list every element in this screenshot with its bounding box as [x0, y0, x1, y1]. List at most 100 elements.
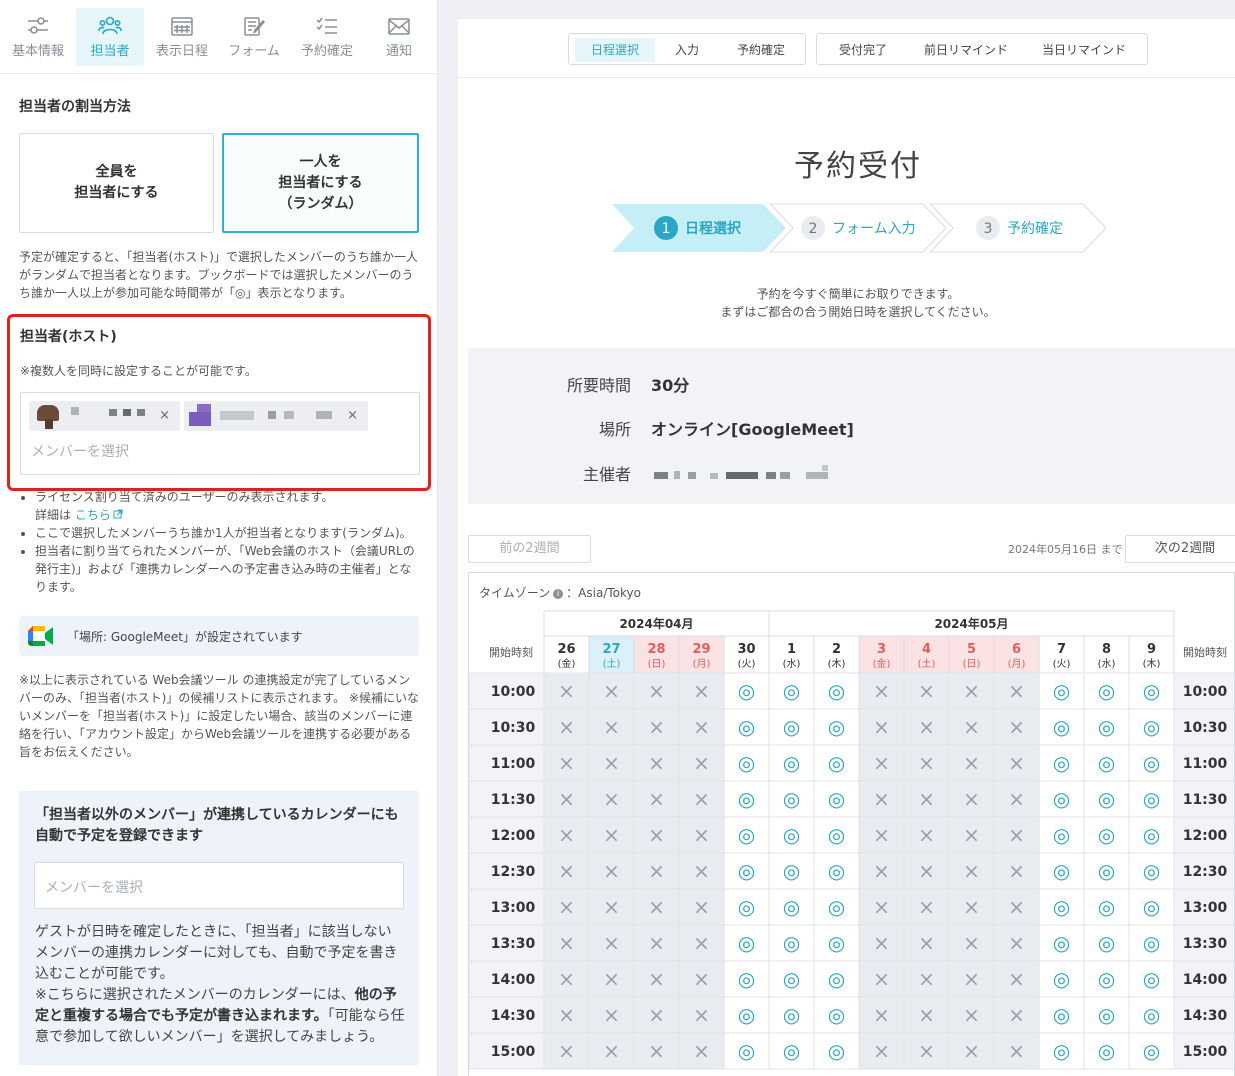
tab-basic-info[interactable]: 基本情報 [4, 8, 72, 66]
available-mark[interactable]: ◎ [783, 787, 800, 811]
available-mark[interactable]: ◎ [1143, 823, 1160, 847]
preview-tab-input[interactable]: 入力 [657, 38, 717, 62]
tab-schedule[interactable]: 表示日程 [148, 8, 216, 66]
preview-tab-schedule[interactable]: 日程選択 [575, 38, 655, 62]
available-mark[interactable]: ◎ [1098, 679, 1115, 703]
tab-confirm[interactable]: 予約確定 [293, 8, 361, 66]
available-mark[interactable]: ◎ [1098, 1003, 1115, 1027]
available-mark[interactable]: ◎ [738, 859, 755, 883]
available-mark[interactable]: ◎ [783, 859, 800, 883]
available-mark[interactable]: ◎ [738, 751, 755, 775]
available-mark[interactable]: ◎ [738, 1003, 755, 1027]
available-mark[interactable]: ◎ [1143, 787, 1160, 811]
available-mark[interactable]: ◎ [1053, 751, 1070, 775]
available-mark[interactable]: ◎ [1143, 859, 1160, 883]
available-mark[interactable]: ◎ [738, 823, 755, 847]
unavailable-mark: × [693, 751, 710, 775]
unavailable-mark: × [558, 823, 575, 847]
tab-form[interactable]: フォーム [220, 8, 288, 66]
available-mark[interactable]: ◎ [738, 787, 755, 811]
preview-tab-prev-day-remind[interactable]: 前日リマインド [911, 38, 1021, 62]
unavailable-mark: × [963, 751, 980, 775]
available-mark[interactable]: ◎ [828, 1039, 845, 1063]
available-mark[interactable]: ◎ [738, 679, 755, 703]
available-mark[interactable]: ◎ [738, 1039, 755, 1063]
available-mark[interactable]: ◎ [1053, 931, 1070, 955]
remove-chip-button[interactable]: × [347, 408, 358, 423]
available-mark[interactable]: ◎ [1143, 715, 1160, 739]
tab-host[interactable]: 担当者 [76, 8, 144, 66]
available-mark[interactable]: ◎ [738, 895, 755, 919]
unavailable-mark: × [963, 787, 980, 811]
unavailable-mark: × [558, 859, 575, 883]
assign-description: 予定が確定すると、「担当者(ホスト)」で選択したメンバーのうち誰か一人がランダム… [19, 250, 418, 300]
tab-notification[interactable]: 通知 [365, 8, 433, 66]
available-mark[interactable]: ◎ [1143, 1003, 1160, 1027]
preview-tab-same-day-remind[interactable]: 当日リマインド [1029, 38, 1139, 62]
preview-tab-confirm[interactable]: 予約確定 [721, 38, 801, 62]
available-mark[interactable]: ◎ [1053, 859, 1070, 883]
available-mark[interactable]: ◎ [783, 1039, 800, 1063]
available-mark[interactable]: ◎ [828, 931, 845, 955]
available-mark[interactable]: ◎ [783, 715, 800, 739]
prev-2weeks-button[interactable]: 前の2週間 [468, 535, 591, 563]
assign-all-option[interactable]: 全員を 担当者にする [19, 133, 214, 233]
unavailable-mark: × [558, 751, 575, 775]
next-2weeks-button[interactable]: 次の2週間 [1125, 535, 1235, 563]
available-mark[interactable]: ◎ [1053, 787, 1070, 811]
available-mark[interactable]: ◎ [738, 715, 755, 739]
available-mark[interactable]: ◎ [783, 967, 800, 991]
available-mark[interactable]: ◎ [1053, 715, 1070, 739]
available-mark[interactable]: ◎ [1098, 1039, 1115, 1063]
available-mark[interactable]: ◎ [738, 967, 755, 991]
available-mark[interactable]: ◎ [828, 787, 845, 811]
available-mark[interactable]: ◎ [783, 751, 800, 775]
available-mark[interactable]: ◎ [828, 859, 845, 883]
step-1: 1 日程選択 [612, 204, 786, 252]
available-mark[interactable]: ◎ [1053, 1003, 1070, 1027]
unavailable-mark: × [918, 895, 935, 919]
preview-tab-received[interactable]: 受付完了 [823, 38, 903, 62]
available-mark[interactable]: ◎ [1098, 751, 1115, 775]
available-mark[interactable]: ◎ [828, 679, 845, 703]
available-mark[interactable]: ◎ [783, 679, 800, 703]
available-mark[interactable]: ◎ [1143, 679, 1160, 703]
assign-random-option[interactable]: 一人を 担当者にする （ランダム） [222, 133, 419, 233]
time-label: 13:00 [1183, 900, 1228, 916]
available-mark[interactable]: ◎ [1143, 931, 1160, 955]
available-mark[interactable]: ◎ [828, 1003, 845, 1027]
available-mark[interactable]: ◎ [828, 823, 845, 847]
available-mark[interactable]: ◎ [1098, 823, 1115, 847]
remove-chip-button[interactable]: × [159, 408, 170, 423]
available-mark[interactable]: ◎ [1143, 967, 1160, 991]
available-mark[interactable]: ◎ [1053, 823, 1070, 847]
available-mark[interactable]: ◎ [1053, 679, 1070, 703]
available-mark[interactable]: ◎ [1053, 895, 1070, 919]
host-member-select[interactable]: × × メンバーを選択 [20, 392, 420, 475]
other-members-select[interactable]: メンバーを選択 [34, 862, 404, 909]
intro-text: 予約を今すぐ簡単にお取りできます。 まずはご都合の合う開始日時を選択してください… [720, 287, 996, 319]
available-mark[interactable]: ◎ [1143, 1039, 1160, 1063]
available-mark[interactable]: ◎ [828, 715, 845, 739]
available-mark[interactable]: ◎ [1098, 715, 1115, 739]
available-mark[interactable]: ◎ [783, 895, 800, 919]
available-mark[interactable]: ◎ [1143, 751, 1160, 775]
available-mark[interactable]: ◎ [1098, 787, 1115, 811]
available-mark[interactable]: ◎ [1098, 859, 1115, 883]
available-mark[interactable]: ◎ [1098, 895, 1115, 919]
svg-text:予約確定: 予約確定 [1007, 221, 1063, 237]
available-mark[interactable]: ◎ [828, 967, 845, 991]
available-mark[interactable]: ◎ [1098, 931, 1115, 955]
available-mark[interactable]: ◎ [1143, 895, 1160, 919]
available-mark[interactable]: ◎ [1053, 967, 1070, 991]
available-mark[interactable]: ◎ [1098, 967, 1115, 991]
available-mark[interactable]: ◎ [783, 1003, 800, 1027]
available-mark[interactable]: ◎ [828, 895, 845, 919]
available-mark[interactable]: ◎ [828, 751, 845, 775]
available-mark[interactable]: ◎ [1053, 1039, 1070, 1063]
available-mark[interactable]: ◎ [783, 931, 800, 955]
available-mark[interactable]: ◎ [783, 823, 800, 847]
available-mark[interactable]: ◎ [738, 931, 755, 955]
day-weekday: (木) [828, 658, 846, 670]
details-link[interactable]: こちら [75, 508, 111, 522]
